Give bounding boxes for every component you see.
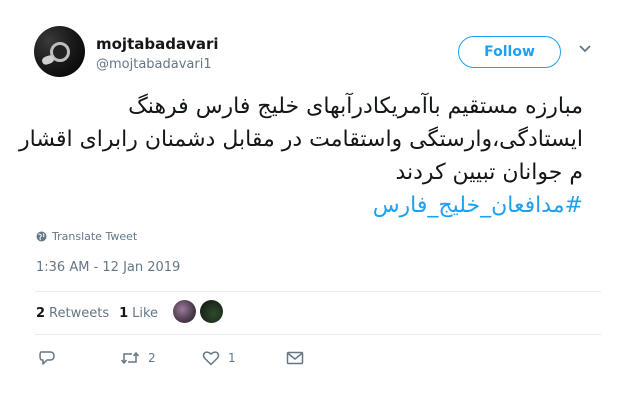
action-bar: 2 1 [38, 350, 304, 366]
likes-count: 1 [119, 306, 129, 321]
liker-avatar[interactable] [200, 300, 223, 323]
divider [35, 291, 601, 292]
translate-label[interactable]: Translate Tweet [52, 230, 137, 243]
likes-label: Like [132, 306, 159, 321]
tweet-line: مبارزه مستقیم باآمریکادرآبهای خلیج فارس … [128, 94, 583, 119]
retweet-icon[interactable] [120, 350, 140, 366]
translate-tweet[interactable]: Translate Tweet [36, 230, 137, 243]
globe-icon [36, 231, 47, 242]
hashtag-link[interactable]: #مدافعان_خلیج_فارس [35, 189, 583, 222]
retweets-stat[interactable]: 2 Retweets [36, 306, 109, 321]
retweets-count: 2 [36, 306, 46, 321]
like-count: 1 [228, 351, 236, 365]
reply-action[interactable] [38, 350, 120, 366]
heart-icon[interactable] [202, 350, 220, 366]
reply-icon[interactable] [38, 350, 56, 366]
likes-stat[interactable]: 1 Like [119, 306, 158, 321]
tweet-line: م جوانان تبیین کردند [395, 160, 583, 185]
divider [35, 334, 601, 335]
user-handle[interactable]: @mojtabadavari1 [96, 57, 212, 72]
liker-avatar[interactable] [173, 300, 196, 323]
message-icon[interactable] [286, 351, 304, 365]
message-action[interactable] [286, 351, 304, 365]
avatar[interactable] [34, 26, 85, 77]
retweet-count: 2 [148, 351, 156, 365]
avatar-highlight [40, 54, 56, 66]
follow-button[interactable]: Follow [458, 36, 561, 68]
tweet-stats: 2 Retweets 1 Like [36, 306, 168, 321]
chevron-down-icon[interactable] [578, 44, 596, 58]
liker-avatars [173, 300, 223, 323]
tweet-text: مبارزه مستقیم باآمریکادرآبهای خلیج فارس … [19, 90, 583, 222]
timestamp[interactable]: 1:36 AM - 12 Jan 2019 [36, 260, 180, 275]
user-name[interactable]: mojtabadavari [96, 35, 219, 53]
like-action[interactable]: 1 [202, 350, 286, 366]
tweet-line: ایستادگی،وارستگی واستقامت در مقابل دشمنا… [19, 127, 583, 152]
retweet-action[interactable]: 2 [120, 350, 202, 366]
retweets-label: Retweets [49, 306, 110, 321]
